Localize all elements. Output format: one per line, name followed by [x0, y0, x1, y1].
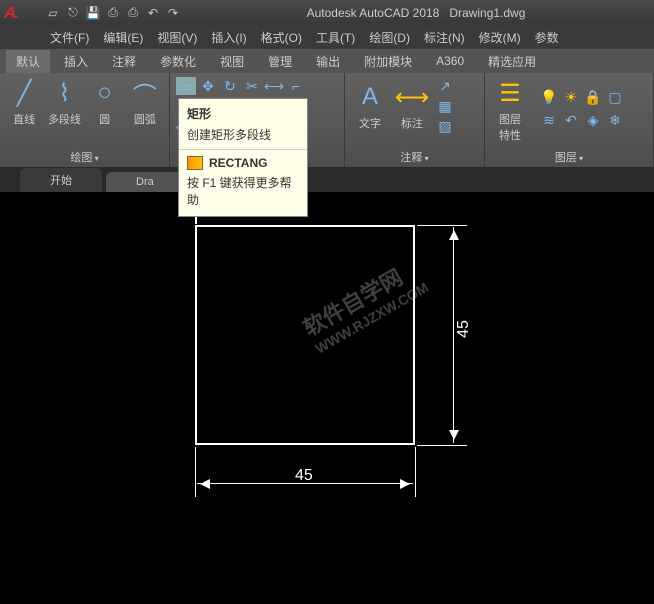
dim-line-vertical [453, 227, 454, 443]
undo-icon[interactable]: ↶ [144, 4, 162, 22]
rectangle-icon[interactable]: ▭ [176, 77, 196, 95]
window-title: Autodesk AutoCAD 2018 Drawing1.dwg [182, 6, 650, 20]
menu-params[interactable]: 参数 [535, 29, 559, 46]
tab-addons[interactable]: 附加模块 [354, 50, 422, 73]
tab-view[interactable]: 视图 [210, 50, 254, 73]
panel-layers: ☰ 图层 特性 💡 ☀ 🔒 ▢ ≋ ↶ ◈ ❄ 图层 [485, 73, 654, 167]
dimension-button[interactable]: ⟷ 标注 [393, 81, 431, 131]
menu-draw[interactable]: 绘图(D) [369, 29, 410, 46]
tab-a360[interactable]: A360 [426, 51, 474, 71]
panel-layers-title[interactable]: 图层 [491, 147, 647, 165]
saveas-icon[interactable]: ⎙ [104, 4, 122, 22]
dimension-height: 45 [455, 320, 473, 338]
sun-icon[interactable]: ☀ [561, 88, 581, 106]
open-icon[interactable]: ⎋ [64, 4, 82, 22]
arc-button[interactable]: ⌒ 圆弧 [127, 77, 163, 127]
menu-edit[interactable]: 编辑(E) [103, 29, 143, 46]
panel-draw: ╱ 直线 ⌇ 多段线 ○ 圆 ⌒ 圆弧 绘图 [0, 73, 170, 167]
line-button[interactable]: ╱ 直线 [6, 77, 42, 127]
print-icon[interactable]: ⎙ [124, 4, 142, 22]
tooltip-title: 矩形 [179, 99, 307, 124]
panel-annotate-title[interactable]: 注释 [351, 147, 478, 165]
tooltip-help: 按 F1 键获得更多帮助 [179, 172, 307, 210]
tooltip-command: RECTANG [179, 150, 307, 172]
tab-insert[interactable]: 插入 [54, 50, 98, 73]
line-icon: ╱ [8, 77, 40, 109]
menu-format[interactable]: 格式(O) [261, 29, 302, 46]
rotate-icon[interactable]: ↻ [220, 77, 240, 95]
layer-properties-button[interactable]: ☰ 图层 特性 [491, 77, 529, 143]
color-icon[interactable]: ▢ [605, 88, 625, 106]
panel-draw-title[interactable]: 绘图 [6, 147, 163, 165]
rectangle-cmd-icon [187, 156, 203, 170]
layers-icon: ☰ [494, 77, 526, 109]
tab-manage[interactable]: 管理 [258, 50, 302, 73]
dim-ext-line [415, 447, 416, 497]
menu-tools[interactable]: 工具(T) [316, 29, 355, 46]
circle-icon: ○ [89, 77, 121, 109]
new-icon[interactable]: ▱ [44, 4, 62, 22]
hatch-icon[interactable]: ▨ [435, 117, 455, 135]
lock-icon[interactable]: 🔒 [583, 88, 603, 106]
file-tab-drawing[interactable]: Dra [106, 172, 184, 192]
tab-output[interactable]: 输出 [306, 50, 350, 73]
file-tab-start[interactable]: 开始 [20, 168, 102, 192]
polyline-button[interactable]: ⌇ 多段线 [46, 77, 82, 127]
quick-access-toolbar: ▱ ⎋ 💾 ⎙ ⎙ ↶ ↷ [44, 4, 182, 22]
text-icon: A [354, 81, 386, 113]
layer-match-icon[interactable]: ≋ [539, 111, 559, 129]
menu-insert[interactable]: 插入(I) [211, 29, 246, 46]
lightbulb-icon[interactable]: 💡 [539, 88, 559, 106]
dim-ext-line [417, 225, 467, 226]
arc-icon: ⌒ [129, 77, 161, 109]
menu-dimension[interactable]: 标注(N) [424, 29, 465, 46]
ribbon-tabs: 默认 插入 注释 参数化 视图 管理 输出 附加模块 A360 精选应用 [0, 49, 654, 73]
layer-freeze-icon[interactable]: ❄ [605, 111, 625, 129]
table-icon[interactable]: ▦ [435, 97, 455, 115]
panel-annotate: A 文字 ⟷ 标注 ↗ ▦ ▨ 注释 [345, 73, 485, 167]
leader-icon[interactable]: ↗ [435, 77, 455, 95]
menu-modify[interactable]: 修改(M) [479, 29, 521, 46]
polyline-icon: ⌇ [48, 77, 80, 109]
tooltip: 矩形 创建矩形多段线 RECTANG 按 F1 键获得更多帮助 [178, 98, 308, 217]
extend-icon[interactable]: ⟷ [264, 77, 284, 95]
tab-default[interactable]: 默认 [6, 50, 50, 73]
ribbon: ╱ 直线 ⌇ 多段线 ○ 圆 ⌒ 圆弧 绘图 ▭ ✥ ↻ ✂ ⟷ ⌐ [0, 73, 654, 168]
drawing-content: 45 45 [195, 225, 415, 445]
menu-bar: 文件(F) 编辑(E) 视图(V) 插入(I) 格式(O) 工具(T) 绘图(D… [0, 25, 654, 49]
app-logo[interactable]: A. [4, 3, 36, 23]
save-icon[interactable]: 💾 [84, 4, 102, 22]
file-tabs: 开始 Dra [0, 168, 654, 192]
move-icon[interactable]: ✥ [198, 77, 218, 95]
trim-icon[interactable]: ✂ [242, 77, 262, 95]
layer-iso-icon[interactable]: ◈ [583, 111, 603, 129]
title-bar: A. ▱ ⎋ 💾 ⎙ ⎙ ↶ ↷ Autodesk AutoCAD 2018 D… [0, 0, 654, 25]
menu-file[interactable]: 文件(F) [50, 29, 89, 46]
tab-featured[interactable]: 精选应用 [478, 50, 546, 73]
tooltip-subtitle: 创建矩形多段线 [179, 124, 307, 149]
dimension-icon: ⟷ [396, 81, 428, 113]
dim-ext-line [195, 447, 196, 497]
redo-icon[interactable]: ↷ [164, 4, 182, 22]
tab-parametric[interactable]: 参数化 [150, 50, 206, 73]
dim-ext-line [417, 445, 467, 446]
tab-annotate[interactable]: 注释 [102, 50, 146, 73]
text-button[interactable]: A 文字 [351, 81, 389, 131]
circle-button[interactable]: ○ 圆 [87, 77, 123, 127]
rectangle-shape [195, 225, 415, 445]
menu-view[interactable]: 视图(V) [157, 29, 197, 46]
fillet-icon[interactable]: ⌐ [286, 77, 306, 95]
dimension-width: 45 [295, 467, 313, 485]
layer-prev-icon[interactable]: ↶ [561, 111, 581, 129]
